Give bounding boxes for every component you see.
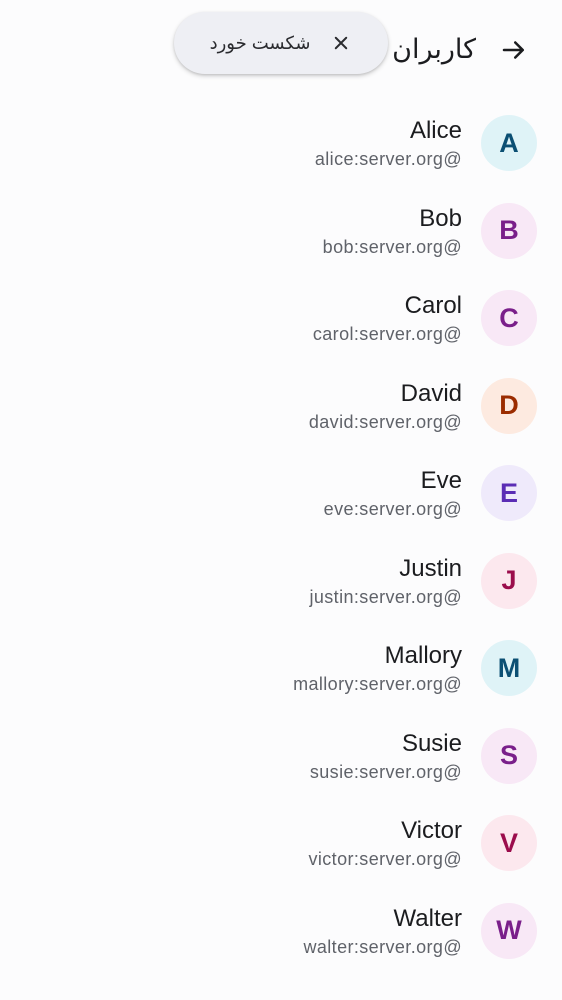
app-root: کاربران شکست خورد A Alice alice:server.o…: [0, 0, 562, 1000]
user-name: Victor: [401, 817, 462, 844]
user-row[interactable]: E Eve eve:server.org@: [0, 450, 562, 538]
user-row[interactable]: B Bob bob:server.org@: [0, 188, 562, 276]
user-id: david:server.org@: [308, 411, 462, 432]
user-name: Alice: [409, 117, 462, 144]
user-row[interactable]: S Susie susie:server.org@: [0, 713, 562, 801]
user-row[interactable]: C Carol carol:server.org@: [0, 275, 562, 363]
avatar: J: [481, 552, 537, 609]
user-name: Carol: [404, 292, 462, 319]
avatar: E: [481, 465, 537, 521]
avatar: W: [481, 902, 537, 959]
user-name: Susie: [401, 729, 462, 757]
avatar: A: [481, 115, 537, 171]
arrow-right-icon: [502, 41, 524, 59]
user-id: justin:server.org@: [309, 586, 462, 607]
avatar: V: [481, 815, 537, 871]
avatar: D: [481, 377, 537, 434]
user-id: susie:server.org@: [309, 761, 462, 782]
user-row[interactable]: J Justin justin:server.org@: [0, 538, 562, 626]
user-name: Justin: [399, 554, 462, 582]
user-row[interactable]: A Alice alice:server.org@: [0, 100, 562, 188]
user-id: carol:server.org@: [312, 324, 462, 344]
status-chip[interactable]: شکست خورد: [174, 12, 388, 74]
user-id: victor:server.org@: [308, 849, 462, 869]
user-id: bob:server.org@: [322, 236, 462, 257]
back-button[interactable]: [492, 28, 536, 72]
user-name: Bob: [419, 204, 462, 232]
avatar: B: [481, 202, 537, 259]
avatar: S: [481, 727, 537, 784]
user-name: Eve: [420, 467, 462, 494]
user-row[interactable]: M Mallory mallory:server.org@: [0, 625, 562, 713]
close-icon[interactable]: [330, 32, 352, 54]
user-id: mallory:server.org@: [293, 674, 462, 694]
user-id: walter:server.org@: [303, 936, 462, 957]
user-row[interactable]: D David david:server.org@: [0, 363, 562, 451]
user-name: Mallory: [384, 642, 462, 669]
user-id: alice:server.org@: [314, 149, 462, 169]
user-id: eve:server.org@: [323, 499, 462, 519]
user-name: Walter: [393, 904, 462, 932]
user-row[interactable]: V Victor victor:server.org@: [0, 800, 562, 888]
user-row[interactable]: W Walter walter:server.org@: [0, 888, 562, 976]
avatar: C: [481, 290, 537, 346]
avatar: M: [481, 640, 537, 696]
page-title: کاربران: [392, 34, 476, 64]
user-name: David: [400, 379, 462, 407]
user-list: A Alice alice:server.org@ B Bob bob:serv…: [0, 100, 562, 975]
chip-label: شکست خورد: [209, 32, 311, 53]
